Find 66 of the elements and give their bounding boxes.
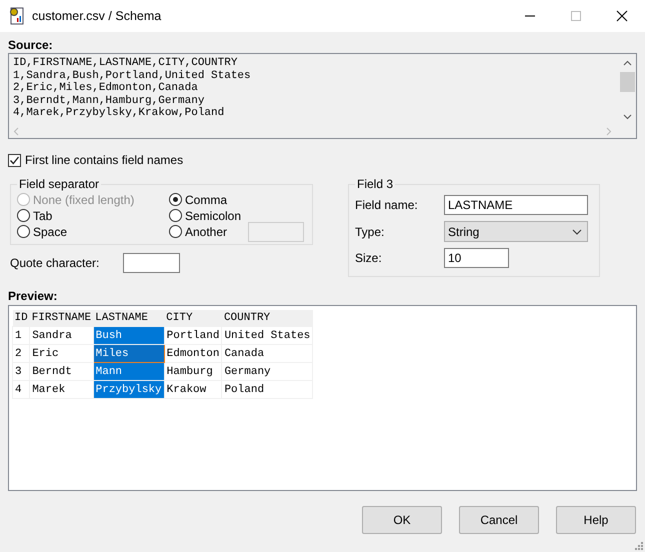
table-cell: Krakow bbox=[164, 380, 222, 398]
column-header[interactable]: ID bbox=[12, 310, 30, 326]
group-title: Field separator bbox=[18, 177, 100, 191]
chevron-down-icon[interactable] bbox=[623, 114, 632, 120]
radio-label: Another bbox=[185, 224, 228, 238]
group-title: Field 3 bbox=[356, 177, 394, 191]
source-line: 4,Marek,Przybylsky,Krakow,Poland bbox=[13, 107, 226, 120]
input-field[interactable]: 10 bbox=[444, 248, 509, 268]
radio-label: Space bbox=[33, 224, 68, 238]
radio-button[interactable] bbox=[17, 225, 30, 238]
table-cell: United States bbox=[222, 326, 313, 344]
table-cell: Portland bbox=[164, 326, 222, 344]
column-header[interactable]: FIRSTNAME bbox=[30, 310, 94, 326]
table-cell: Eric bbox=[30, 344, 94, 362]
source-line: ID,FIRSTNAME,LASTNAME,CITY,COUNTRY bbox=[13, 57, 238, 70]
radio-label: Semicolon bbox=[185, 208, 242, 222]
column-header[interactable]: COUNTRY bbox=[222, 310, 313, 326]
radio-button[interactable] bbox=[17, 209, 30, 222]
dialog-button[interactable]: Help bbox=[556, 506, 636, 534]
table-cell: Poland bbox=[222, 380, 313, 398]
dialog-button[interactable]: OK bbox=[362, 506, 442, 534]
field-label: Type: bbox=[355, 224, 386, 238]
source-text-area[interactable]: ID,FIRSTNAME,LASTNAME,CITY,COUNTRY 1,Sandra,Bush,Portland,United States 2,Eric,Miles,Edmonton,Canada 3,Berndt,Mann,Hamburg,Germany 4,Marek,Przybylsky,Krakow,Poland bbox=[8, 53, 637, 139]
table-cell: Germany bbox=[222, 362, 313, 380]
radio-label: None (fixed length) bbox=[33, 192, 134, 206]
radio-label: Tab bbox=[33, 208, 52, 222]
radio-button[interactable] bbox=[169, 193, 182, 206]
radio-label: Comma bbox=[185, 192, 228, 206]
chevron-up-icon[interactable] bbox=[623, 60, 632, 66]
input-field[interactable] bbox=[123, 253, 180, 273]
table-cell: Canada bbox=[222, 344, 313, 362]
field-label: Quote character: bbox=[10, 256, 100, 270]
table-cell: Sandra bbox=[30, 326, 94, 344]
column-header[interactable]: LASTNAME bbox=[93, 310, 164, 326]
dialog-button[interactable]: Cancel bbox=[459, 506, 539, 534]
table-cell: 2 bbox=[12, 344, 30, 362]
close-icon[interactable] bbox=[616, 10, 628, 22]
table-cell: Miles bbox=[93, 344, 164, 362]
document-icon bbox=[9, 7, 25, 25]
table-cell: 4 bbox=[12, 380, 30, 398]
column-header[interactable]: CITY bbox=[164, 310, 222, 326]
source-line: 3,Berndt,Mann,Hamburg,Germany bbox=[13, 94, 206, 107]
table-cell: Przybylsky bbox=[93, 380, 164, 398]
radio-button[interactable] bbox=[169, 209, 182, 222]
checkbox[interactable] bbox=[8, 154, 21, 166]
source-line: 1,Sandra,Bush,Portland,United States bbox=[13, 70, 252, 82]
table-cell: 1 bbox=[12, 326, 30, 344]
caret-icon[interactable] bbox=[572, 228, 582, 234]
section-label: Preview: bbox=[8, 289, 58, 303]
table-cell: 3 bbox=[12, 362, 30, 380]
table-cell: Bush bbox=[93, 326, 164, 344]
input-field[interactable]: LASTNAME bbox=[444, 195, 588, 215]
table-cell: Edmonton bbox=[164, 344, 222, 362]
source-line: 2,Eric,Miles,Edmonton,Canada bbox=[13, 82, 199, 94]
table-cell: Hamburg bbox=[164, 362, 222, 380]
section-label: Source: bbox=[8, 38, 54, 52]
field-label: Size: bbox=[355, 251, 383, 265]
field-label: Field name: bbox=[355, 198, 419, 212]
radio-button[interactable] bbox=[169, 225, 182, 238]
checkbox-label: First line contains field names bbox=[25, 153, 184, 167]
table-cell: Mann bbox=[93, 362, 164, 380]
dropdown[interactable]: String bbox=[444, 221, 588, 242]
window-title: customer.csv / Schema bbox=[32, 9, 162, 23]
table-cell: Marek bbox=[30, 380, 94, 398]
table-cell: Berndt bbox=[30, 362, 94, 380]
resize-grip-icon[interactable] bbox=[635, 542, 643, 550]
